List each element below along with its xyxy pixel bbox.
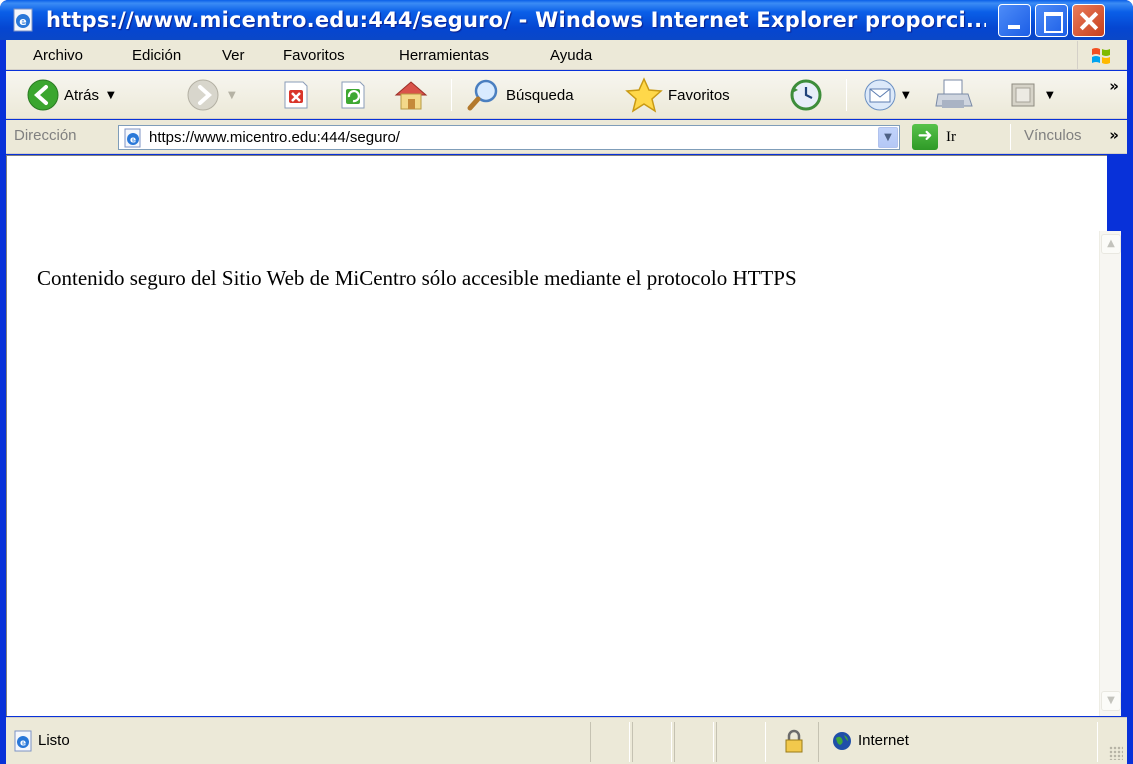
search-icon xyxy=(467,79,498,111)
links-label[interactable]: Vínculos xyxy=(1024,127,1082,144)
print-icon xyxy=(935,79,973,108)
back-arrow-icon xyxy=(27,79,59,111)
maximize-icon[interactable] xyxy=(1035,4,1068,37)
search-button[interactable]: Búsqueda xyxy=(466,77,574,113)
page-content: Contenido seguro del Sitio Web de MiCent… xyxy=(6,155,1107,716)
scroll-down-icon[interactable]: ▼ xyxy=(1101,691,1121,711)
svg-text:e: e xyxy=(19,15,26,28)
go-label: Ir xyxy=(946,128,956,145)
address-label: Dirección xyxy=(14,127,77,144)
edit-dropdown-icon[interactable]: ▼ xyxy=(1046,90,1054,101)
forward-button[interactable]: ▼ xyxy=(186,77,236,113)
minimize-icon[interactable] xyxy=(998,4,1031,37)
go-button[interactable]: ➜ Ir xyxy=(912,124,956,150)
edit-button[interactable]: ▼ xyxy=(1008,77,1054,113)
address-input[interactable]: e https://www.micentro.edu:444/seguro/ ▼ xyxy=(118,125,900,150)
address-value[interactable]: https://www.micentro.edu:444/seguro/ xyxy=(149,126,400,149)
edit-icon xyxy=(1011,83,1035,107)
back-label: Atrás xyxy=(64,86,100,104)
menu-archivo[interactable]: Archivo xyxy=(33,46,83,66)
address-dropdown-icon[interactable]: ▼ xyxy=(878,127,898,148)
menu-herramientas[interactable]: Herramientas xyxy=(399,46,489,66)
resize-grip[interactable] xyxy=(1109,746,1123,760)
refresh-button[interactable] xyxy=(336,77,370,113)
back-button[interactable]: Atrás ▼ xyxy=(26,77,115,113)
home-icon xyxy=(394,81,428,110)
window-title: https://www.micentro.edu:444/seguro/ - W… xyxy=(46,8,986,32)
search-label: Búsqueda xyxy=(506,86,574,104)
history-icon xyxy=(790,79,822,111)
toolbar-more-chevron[interactable]: » xyxy=(1109,77,1119,95)
menu-ver[interactable]: Ver xyxy=(222,46,245,66)
address-bar: Dirección e https://www.micentro.edu:444… xyxy=(6,120,1127,154)
scroll-up-icon[interactable]: ▲ xyxy=(1101,234,1121,254)
svg-text:e: e xyxy=(20,739,26,749)
stop-icon xyxy=(284,81,308,109)
forward-dropdown-icon: ▼ xyxy=(228,89,236,101)
menu-bar: Archivo Edición Ver Favoritos Herramient… xyxy=(6,40,1127,70)
menu-favoritos[interactable]: Favoritos xyxy=(283,46,345,66)
vertical-scrollbar[interactable]: ▲ ▼ xyxy=(1099,231,1121,716)
menu-ayuda[interactable]: Ayuda xyxy=(550,46,592,66)
go-arrow-icon: ➜ xyxy=(912,124,938,150)
standard-toolbar: Atrás ▼ ▼ Búsqueda Favoritos ▼ ▼ » xyxy=(6,71,1127,119)
title-bar[interactable]: e https://www.micentro.edu:444/seguro/ -… xyxy=(0,0,1133,40)
forward-arrow-icon xyxy=(187,79,219,111)
ie-icon: e xyxy=(13,8,33,32)
mail-button[interactable]: ▼ xyxy=(862,77,910,113)
page-body-text: Contenido seguro del Sitio Web de MiCent… xyxy=(37,266,797,290)
page-icon: e xyxy=(124,128,141,148)
zone-text: Internet xyxy=(858,732,909,749)
favorites-label: Favoritos xyxy=(668,86,730,104)
lock-icon[interactable] xyxy=(784,729,804,753)
browser-window: e https://www.micentro.edu:444/seguro/ -… xyxy=(0,0,1133,764)
status-bar: e Listo Internet xyxy=(6,717,1127,764)
menu-edicion[interactable]: Edición xyxy=(132,46,181,66)
windows-logo xyxy=(1077,41,1121,69)
back-dropdown-icon[interactable]: ▼ xyxy=(107,90,115,101)
status-text: Listo xyxy=(38,732,70,749)
stop-button[interactable] xyxy=(279,77,313,113)
internet-globe-icon xyxy=(833,732,851,750)
favorites-button[interactable]: Favoritos xyxy=(624,77,730,113)
home-button[interactable] xyxy=(392,77,430,113)
close-icon[interactable] xyxy=(1072,4,1105,37)
history-button[interactable] xyxy=(788,77,824,113)
windows-flag-icon xyxy=(1092,48,1110,64)
mail-dropdown-icon[interactable]: ▼ xyxy=(902,90,910,101)
favorites-star-icon xyxy=(625,77,663,113)
mail-icon xyxy=(864,79,896,111)
print-button[interactable] xyxy=(934,77,974,113)
refresh-icon xyxy=(341,81,365,109)
page-status-icon: e xyxy=(14,730,32,752)
links-chevron[interactable]: » xyxy=(1109,126,1119,144)
svg-text:e: e xyxy=(130,136,136,146)
